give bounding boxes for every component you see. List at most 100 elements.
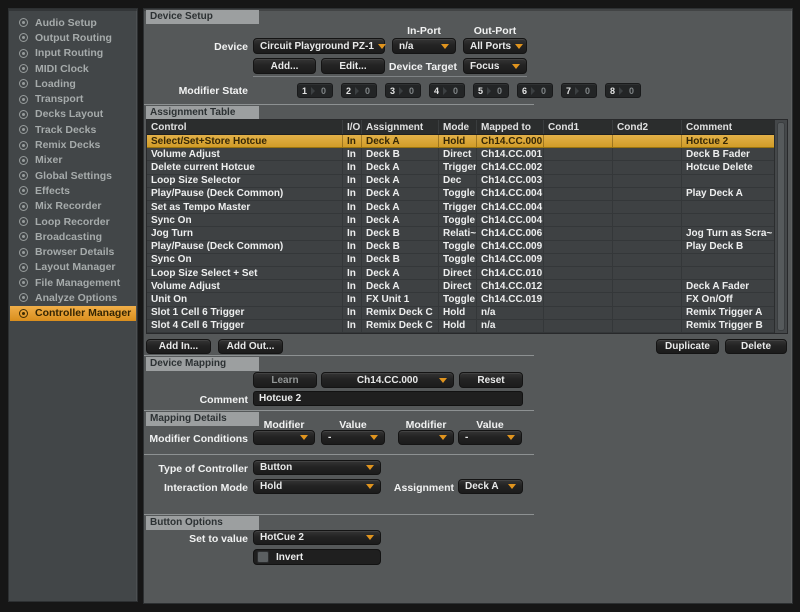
in-port-value: n/a — [399, 41, 413, 52]
sidebar-item[interactable]: Analyze Options — [9, 290, 137, 305]
cell-comment: Remix Trigger B — [682, 320, 775, 332]
modifier-value: 0 — [315, 86, 332, 96]
chevron-down-icon — [515, 44, 523, 49]
sidebar-item[interactable]: Global Settings — [9, 168, 137, 183]
cell-mapped-to: Ch14.CC.010 — [477, 267, 544, 279]
sidebar-item[interactable]: Loading — [9, 76, 137, 91]
sidebar-item-label: Mix Recorder — [35, 200, 102, 212]
set-to-value-select[interactable]: HotCue 2 — [253, 530, 381, 545]
sidebar-item[interactable]: Controller Manager — [10, 306, 136, 321]
mapped-control-select[interactable]: Ch14.CC.000 — [321, 372, 454, 388]
modifier-value: 0 — [359, 86, 376, 96]
sidebar-item[interactable]: Layout Manager — [9, 260, 137, 275]
sidebar-item[interactable]: Browser Details — [9, 244, 137, 259]
type-of-controller-select[interactable]: Button — [253, 460, 381, 475]
out-port-value: All Ports — [470, 41, 511, 52]
table-row[interactable]: Slot 4 Cell 6 Trigger In Remix Deck C Ho… — [147, 320, 775, 333]
sidebar-item[interactable]: MIDI Clock — [9, 61, 137, 76]
radio-bullet-icon — [19, 186, 28, 195]
table-row[interactable]: Play/Pause (Deck Common) In Deck A Toggl… — [147, 188, 775, 201]
table-row[interactable]: Set as Tempo Master In Deck A Trigger Ch… — [147, 201, 775, 214]
cell-io: In — [343, 201, 362, 213]
column-header-mode[interactable]: Mode — [439, 120, 477, 134]
invert-checkbox[interactable] — [257, 551, 269, 563]
comment-input[interactable] — [253, 391, 523, 406]
column-header-cond1[interactable]: Cond1 — [544, 120, 613, 134]
sidebar-item[interactable]: Input Routing — [9, 46, 137, 61]
radio-bullet-icon — [19, 293, 28, 302]
modifier-number: 3 — [386, 86, 399, 96]
condition1-value-select[interactable]: - — [321, 430, 385, 445]
column-header-mapped-to[interactable]: Mapped to — [477, 120, 544, 134]
cell-control: Select/Set+Store Hotcue — [147, 135, 343, 147]
sidebar-item[interactable]: Effects — [9, 183, 137, 198]
table-row[interactable]: Unit On In FX Unit 1 Toggle Ch14.CC.019 … — [147, 293, 775, 306]
add-in-button[interactable]: Add In... — [146, 339, 211, 354]
device-target-select[interactable]: Focus — [463, 58, 527, 74]
sidebar-item[interactable]: Transport — [9, 91, 137, 106]
column-header-assignment[interactable]: Assignment — [362, 120, 439, 134]
delete-button[interactable]: Delete — [725, 339, 787, 354]
modifier-state-indicator[interactable]: 1 0 — [297, 83, 333, 98]
sidebar-item[interactable]: File Management — [9, 275, 137, 290]
sidebar-item[interactable]: Output Routing — [9, 30, 137, 45]
interaction-mode-select[interactable]: Hold — [253, 479, 381, 494]
modifier-state-indicator[interactable]: 8 0 — [605, 83, 641, 98]
table-row[interactable]: Volume Adjust In Deck A Direct Ch14.CC.0… — [147, 280, 775, 293]
cell-mapped-to: Ch14.CC.001 — [477, 148, 544, 160]
table-row[interactable]: Play/Pause (Deck Common) In Deck B Toggl… — [147, 241, 775, 254]
sidebar-item[interactable]: Mixer — [9, 153, 137, 168]
sidebar-item[interactable]: Loop Recorder — [9, 214, 137, 229]
cell-io: In — [343, 320, 362, 332]
reset-button[interactable]: Reset — [459, 372, 523, 388]
sidebar-item[interactable]: Audio Setup — [9, 15, 137, 30]
sidebar-item[interactable]: Broadcasting — [9, 229, 137, 244]
invert-option[interactable]: Invert — [253, 549, 381, 565]
table-scrollbar-thumb[interactable] — [777, 122, 785, 331]
condition1-modifier-select[interactable] — [253, 430, 315, 445]
table-row[interactable]: Volume Adjust In Deck B Direct Ch14.CC.0… — [147, 148, 775, 161]
table-row[interactable]: Slot 1 Cell 6 Trigger In Remix Deck C Ho… — [147, 307, 775, 320]
learn-button[interactable]: Learn — [253, 372, 317, 388]
sidebar-item[interactable]: Remix Decks — [9, 137, 137, 152]
in-port-select[interactable]: n/a — [392, 38, 456, 54]
sidebar-item[interactable]: Decks Layout — [9, 107, 137, 122]
sidebar-item[interactable]: Mix Recorder — [9, 199, 137, 214]
modifier-state-indicator[interactable]: 3 0 — [385, 83, 421, 98]
column-header-cond2[interactable]: Cond2 — [613, 120, 682, 134]
table-row[interactable]: Jog Turn In Deck B Relati~ Ch14.CC.006 J… — [147, 227, 775, 240]
table-row[interactable]: Sync On In Deck A Toggle Ch14.CC.004 — [147, 214, 775, 227]
controller-type-divider — [144, 454, 534, 455]
table-row[interactable]: Loop Size Select + Set In Deck A Direct … — [147, 267, 775, 280]
cell-mapped-to: Ch14.CC.012 — [477, 280, 544, 292]
table-scrollbar[interactable] — [774, 120, 787, 333]
add-device-button[interactable]: Add... — [253, 58, 316, 74]
device-select[interactable]: Circuit Playground PZ-1 — [253, 38, 385, 54]
duplicate-button[interactable]: Duplicate — [656, 339, 719, 354]
add-out-button[interactable]: Add Out... — [218, 339, 283, 354]
modifier-conditions-label: Modifier Conditions — [144, 433, 248, 445]
table-row[interactable]: Delete current Hotcue In Deck A Trigger … — [147, 161, 775, 174]
cell-cond1 — [544, 135, 613, 147]
sidebar-item[interactable]: Track Decks — [9, 122, 137, 137]
chevron-down-icon — [439, 378, 447, 383]
modifier-state-indicator[interactable]: 5 0 — [473, 83, 509, 98]
column-header-comment[interactable]: Comment — [682, 120, 775, 134]
assignment-select[interactable]: Deck A — [458, 479, 523, 494]
cell-mode: Hold — [439, 320, 477, 332]
condition2-value-select[interactable]: - — [458, 430, 522, 445]
modifier-state-indicator[interactable]: 7 0 — [561, 83, 597, 98]
modifier-state-indicator[interactable]: 6 0 — [517, 83, 553, 98]
out-port-select[interactable]: All Ports — [463, 38, 527, 54]
modifier-state-indicator[interactable]: 2 0 — [341, 83, 377, 98]
radio-bullet-icon — [19, 125, 28, 134]
column-header-control[interactable]: Control — [147, 120, 343, 134]
table-row[interactable]: Loop Size Selector In Deck A Dec Ch14.CC… — [147, 175, 775, 188]
table-row[interactable]: Select/Set+Store Hotcue In Deck A Hold C… — [147, 135, 775, 148]
edit-device-button[interactable]: Edit... — [321, 58, 385, 74]
modifier-state-indicator[interactable]: 4 0 — [429, 83, 465, 98]
condition2-modifier-select[interactable] — [398, 430, 454, 445]
table-row[interactable]: Sync On In Deck B Toggle Ch14.CC.009 — [147, 254, 775, 267]
column-header-io[interactable]: I/O — [343, 120, 362, 134]
cell-control: Slot 1 Cell 6 Trigger — [147, 307, 343, 319]
